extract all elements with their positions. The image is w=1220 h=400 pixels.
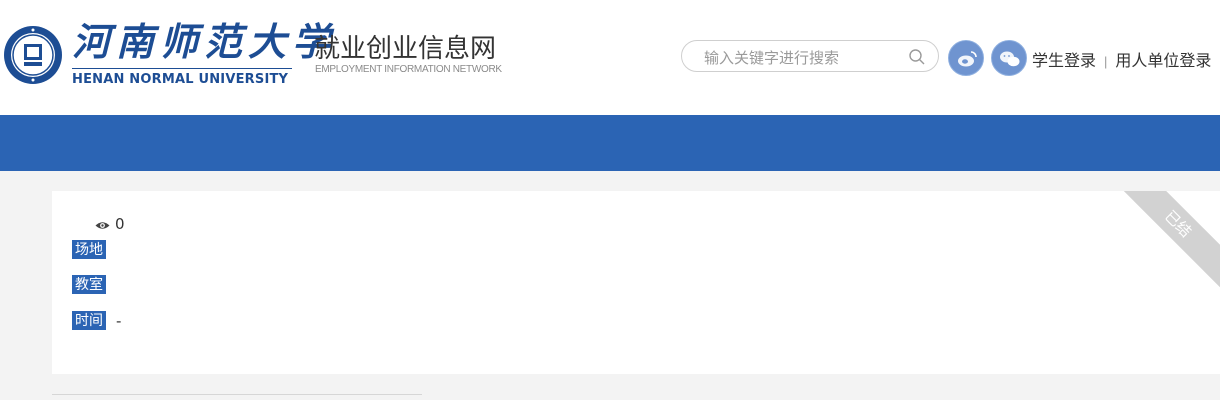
search-icon[interactable] [908,48,926,66]
logo-divider [72,68,292,69]
site-header: 河南师范大学 HENAN NORMAL UNIVERSITY 就业创业信息网 E… [0,0,1220,115]
status-corner-badge: 已结 [1110,191,1220,292]
weibo-icon [958,51,977,67]
detail-panel: 0 场地 教室 时间 - 已结 [52,191,1220,374]
eye-icon [95,222,110,229]
student-login-link[interactable]: 学生登录 [1032,53,1096,70]
section-divider [52,394,422,395]
login-separator: | [1104,54,1108,69]
venue-label: 场地 [72,240,106,259]
logo-english-name: HENAN NORMAL UNIVERSITY [72,72,289,87]
login-links: 学生登录 | 用人单位登录 [1032,47,1211,71]
time-value: - [116,311,122,330]
university-logo[interactable]: 河南师范大学 HENAN NORMAL UNIVERSITY [0,18,330,87]
detail-row-classroom: 教室 [72,274,116,294]
classroom-label: 教室 [72,275,106,294]
detail-row-venue: 场地 [72,239,116,259]
view-count-value: 0 [115,215,125,233]
search-box [681,40,939,72]
detail-row-time: 时间 - [72,310,121,330]
wechat-icon [1000,51,1020,67]
weibo-button[interactable] [948,40,984,76]
time-label: 时间 [72,311,106,330]
wechat-button[interactable] [991,40,1027,76]
logo-chinese-name: 河南师范大学 [72,19,337,64]
site-subtitle: EMPLOYMENT INFORMATION NETWORK [315,64,502,75]
main-nav-bar [0,115,1220,171]
view-count: 0 [95,215,125,233]
site-title: 就业创业信息网 [314,33,497,63]
search-input[interactable] [702,47,906,69]
university-seal-icon [4,26,62,84]
employer-login-link[interactable]: 用人单位登录 [1115,53,1211,70]
